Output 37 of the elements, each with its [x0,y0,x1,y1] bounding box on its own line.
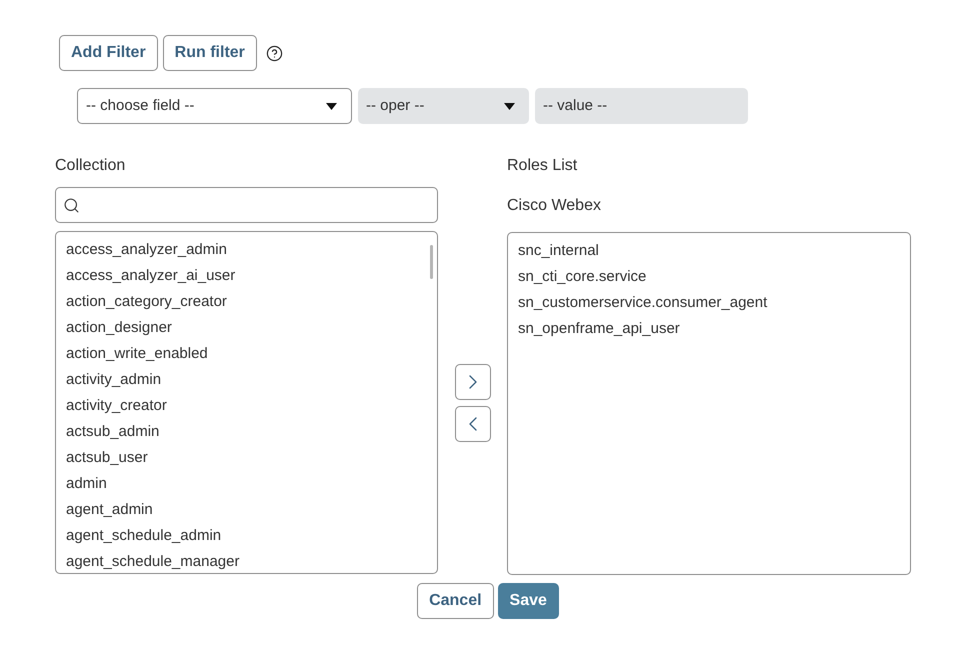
collection-label: Collection [55,156,126,176]
help-icon[interactable] [266,44,283,62]
cancel-button[interactable]: Cancel [417,583,494,619]
save-button[interactable]: Save [498,583,559,619]
list-option[interactable]: activity_admin [56,367,437,393]
search-icon [63,196,80,214]
search-field[interactable] [55,187,438,223]
list-option[interactable]: sn_customerservice.consumer_agent [508,290,910,316]
caret-icon [504,102,515,110]
select-field[interactable]: -- choose field -- [77,88,352,124]
add-button[interactable] [454,364,490,400]
list-option[interactable]: action_designer [56,315,437,341]
remove-button[interactable] [454,406,490,442]
chevron-right-icon [468,374,476,388]
list-option[interactable]: snc_internal [508,238,910,264]
list-option[interactable]: actsub_user [56,445,437,471]
list-option[interactable]: actsub_admin [56,419,437,445]
chevron-left-icon [468,416,476,430]
list-option[interactable]: agent_admin [56,497,437,523]
list-option[interactable]: activity_creator [56,393,437,419]
list-option[interactable]: admin [56,471,437,497]
group-label: Cisco Webex [507,196,601,216]
toolbar-button[interactable]: Add Filter [59,35,158,71]
toolbar-button[interactable]: Run filter [162,35,257,71]
collection-listbox[interactable] [55,231,438,574]
list-option[interactable]: agent_schedule_manager [56,549,437,573]
list-option[interactable]: action_write_enabled [56,341,437,367]
list-option[interactable]: action_category_creator [56,289,437,315]
list-option[interactable]: access_analyzer_ai_user [56,263,437,289]
list-option[interactable]: access_analyzer_admin [56,237,437,263]
roles-list-label: Roles List [507,156,578,176]
list-option[interactable]: sn_cti_core.service [508,264,910,290]
list-option[interactable]: sn_openframe_api_user [508,316,910,342]
scrollbar[interactable] [430,245,433,279]
list-option[interactable]: agent_schedule_admin [56,523,437,549]
roles-listbox[interactable]: snc_internal sn_cti_core.service sn_customerservice.consumer_agent sn_openframe_api_user [507,232,911,575]
caret-icon [326,102,337,110]
